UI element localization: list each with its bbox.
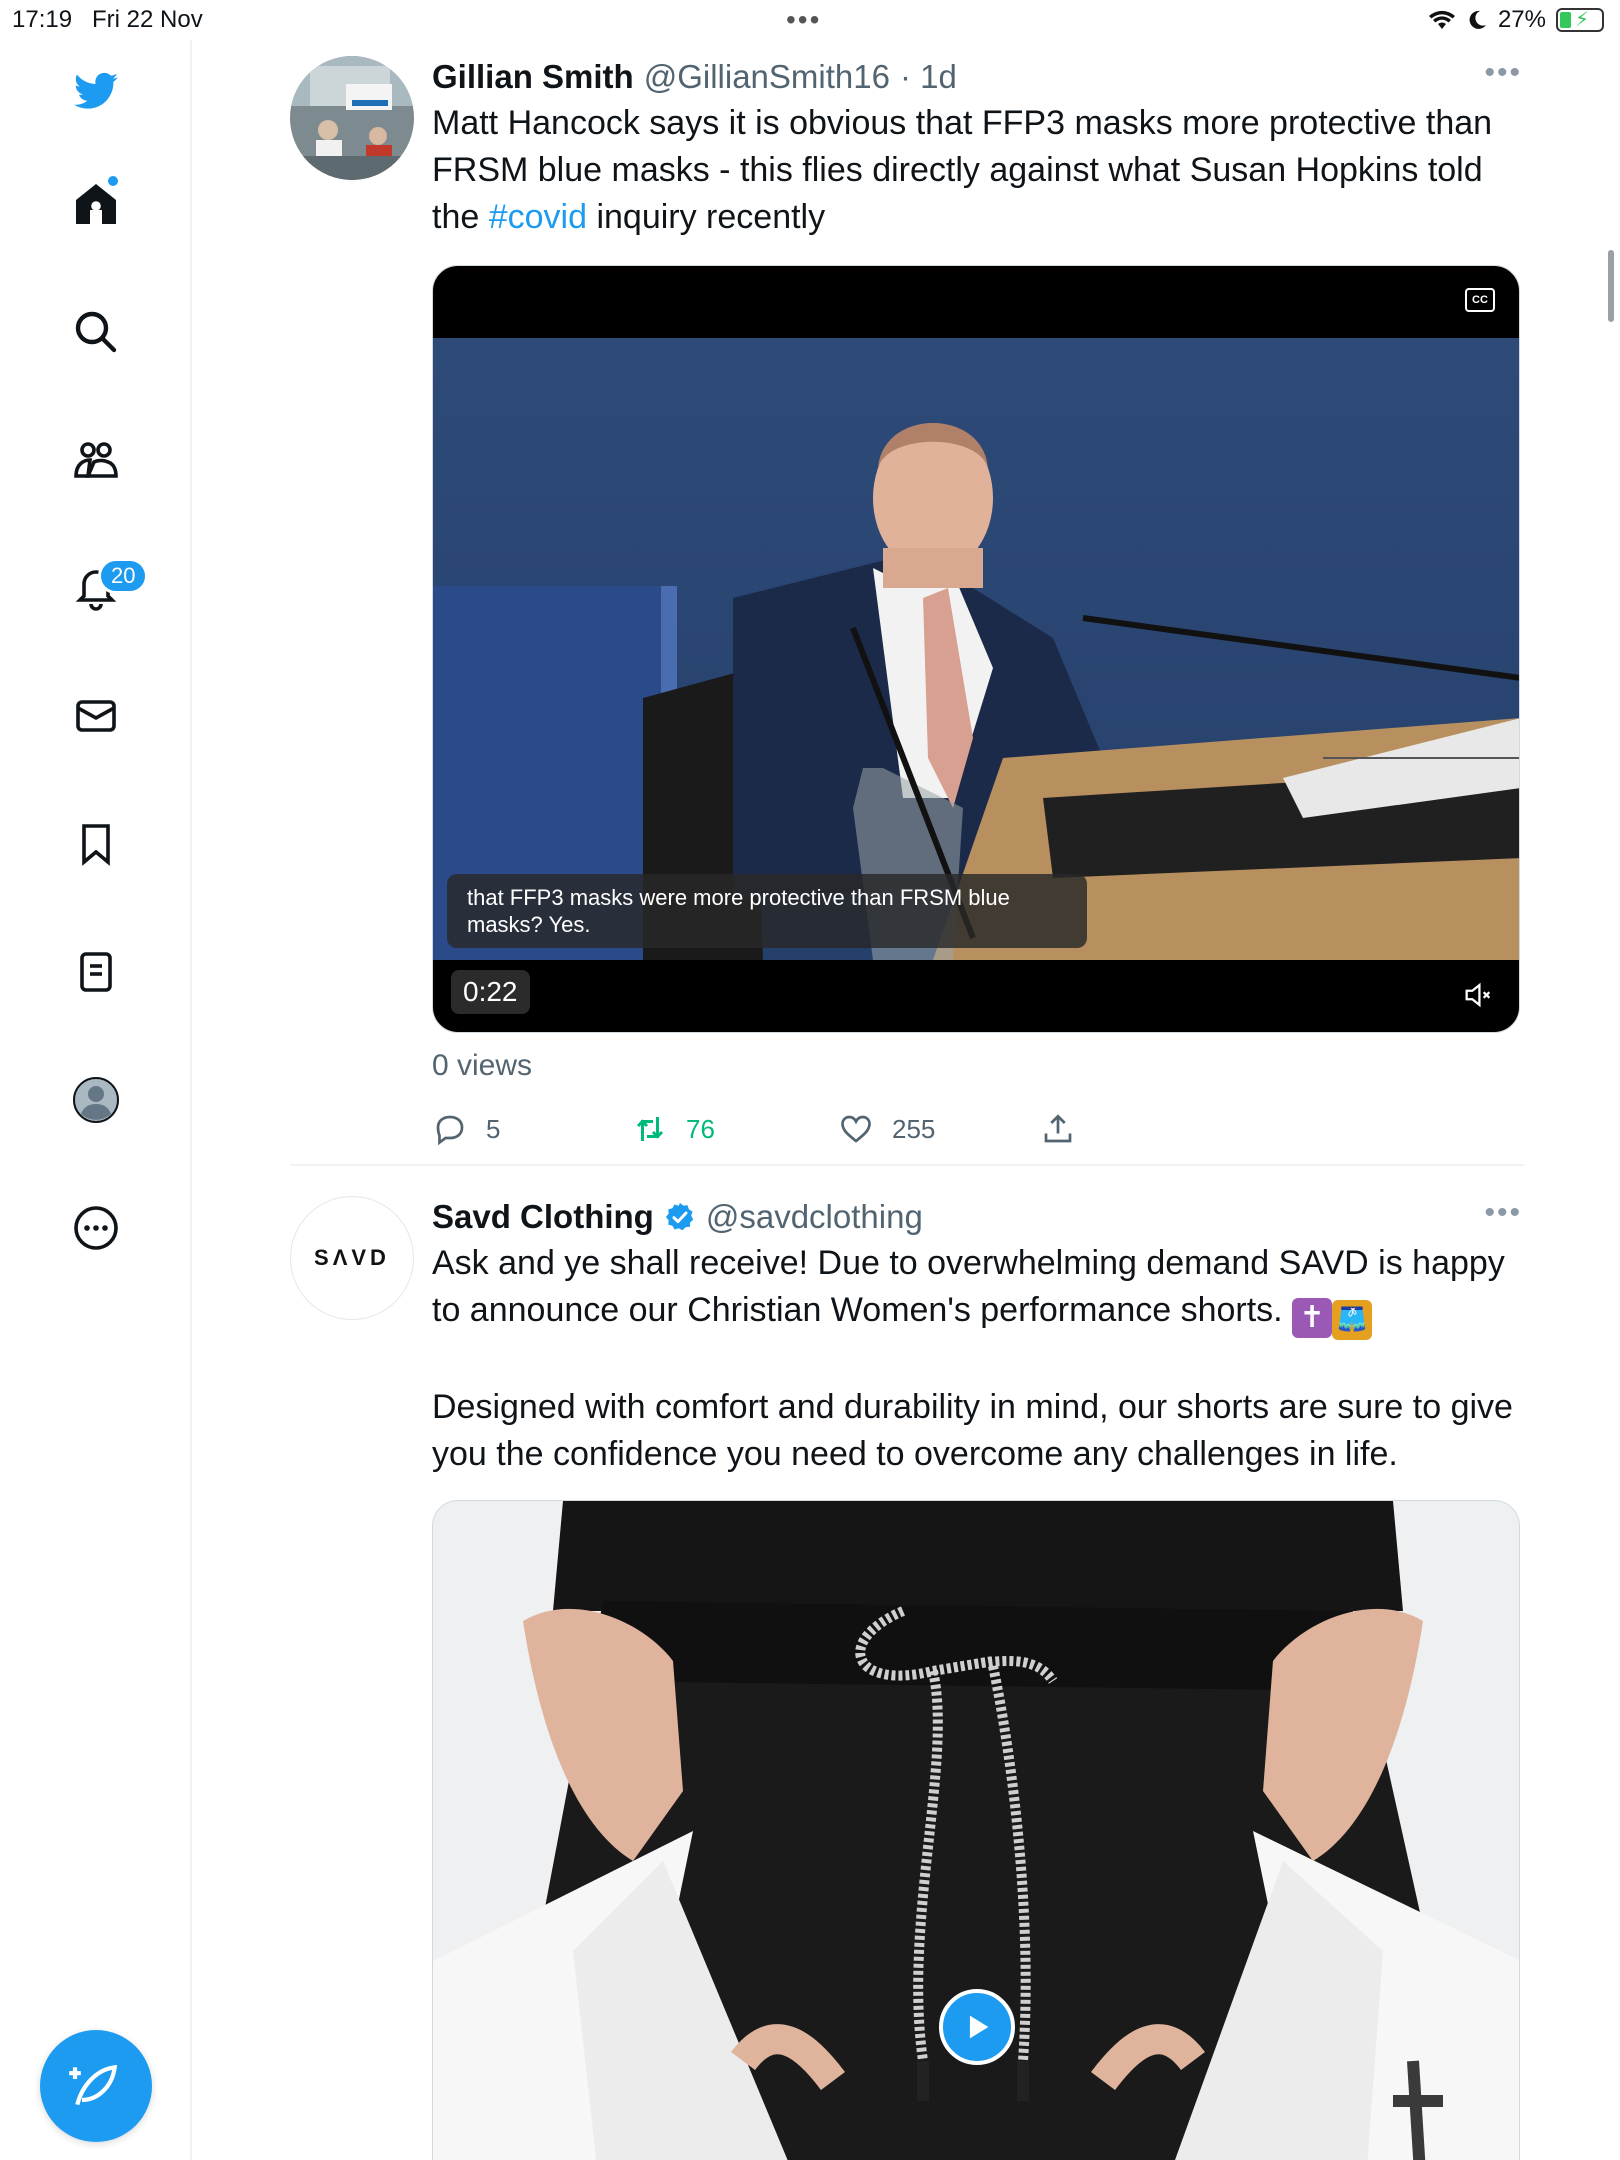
mute-icon xyxy=(1465,982,1491,1008)
multitasking-dots[interactable]: ••• xyxy=(786,4,821,36)
moon-icon xyxy=(1469,10,1486,29)
video-player[interactable]: CC that FFP3 masks were more protective … xyxy=(432,265,1520,1033)
mute-button[interactable] xyxy=(1461,978,1495,1012)
author-name[interactable]: Savd Clothing xyxy=(432,1196,654,1238)
reply-count: 5 xyxy=(486,1113,501,1144)
twitter-logo-icon[interactable] xyxy=(64,60,128,124)
tweet-divider xyxy=(290,1164,1524,1166)
search-icon[interactable] xyxy=(64,300,128,364)
avatar[interactable] xyxy=(290,56,414,180)
author-handle[interactable]: @GillianSmith16 xyxy=(644,56,890,98)
tweet-header: Savd Clothing @savdclothing xyxy=(432,1196,1522,1238)
communities-icon[interactable] xyxy=(64,428,128,492)
view-count: 0 views xyxy=(432,1049,533,1082)
play-icon xyxy=(969,2015,989,2039)
bookmarks-icon[interactable] xyxy=(64,812,128,876)
profile-icon[interactable] xyxy=(64,1068,128,1132)
tweet-text-part: inquiry recently xyxy=(587,198,826,236)
tweet[interactable]: Gillian Smith @GillianSmith16 · 1d ••• M… xyxy=(290,56,1524,1172)
tweet-actions: 5 76 255 xyxy=(432,1109,1522,1149)
verified-badge-icon xyxy=(665,1203,694,1231)
video-thumbnail[interactable] xyxy=(432,1500,1520,2160)
retweet-count: 76 xyxy=(686,1113,715,1144)
more-options-button[interactable]: ••• xyxy=(1484,1196,1522,1230)
wifi-icon xyxy=(1428,10,1455,29)
more-icon[interactable] xyxy=(64,1196,128,1260)
share-button[interactable] xyxy=(1040,1111,1076,1147)
retweet-icon xyxy=(636,1117,664,1141)
author-name[interactable]: Gillian Smith xyxy=(432,56,634,98)
tweet-text-paragraph: Designed with comfort and durability in … xyxy=(432,1388,1523,1473)
notification-count-badge: 20 xyxy=(98,558,149,594)
hashtag-link[interactable]: #covid xyxy=(489,198,587,236)
battery-level-fill xyxy=(1560,12,1571,28)
tweet-text: Matt Hancock says it is obvious that FFP… xyxy=(432,100,1522,241)
status-bar: 17:19 Fri 22 Nov ••• 27% ⚡ xyxy=(0,0,1620,40)
home-unread-dot xyxy=(106,174,120,188)
like-count: 255 xyxy=(892,1113,936,1144)
play-button[interactable] xyxy=(939,1989,1015,2065)
retweet-button[interactable]: 76 xyxy=(632,1111,715,1147)
more-options-button[interactable]: ••• xyxy=(1484,56,1522,90)
messages-icon[interactable] xyxy=(64,684,128,748)
tweet-text: Ask and ye shall receive! Due to overwhe… xyxy=(432,1240,1522,1340)
author-handle[interactable]: @savdclothing xyxy=(706,1196,923,1238)
avatar[interactable]: SΛVD xyxy=(290,1196,414,1320)
reply-button[interactable]: 5 xyxy=(432,1111,500,1147)
tweet-header: Gillian Smith @GillianSmith16 · 1d xyxy=(432,56,1522,98)
video-caption: that FFP3 masks were more protective tha… xyxy=(447,874,1087,948)
heart-icon xyxy=(841,1115,871,1143)
video-frame xyxy=(433,338,1519,960)
tweet[interactable]: SΛVD Savd Clothing @savdclothing ••• Ask… xyxy=(290,1196,1524,2160)
status-date: Fri 22 Nov xyxy=(92,6,203,33)
sidebar: 20 xyxy=(0,40,192,2160)
scrollbar[interactable] xyxy=(1608,250,1614,322)
latin-cross-emoji: ✝ xyxy=(1292,1298,1333,1338)
shorts-emoji: 🩳 xyxy=(1332,1300,1373,1340)
reply-icon xyxy=(436,1115,464,1146)
status-time: 17:19 xyxy=(12,6,73,33)
share-icon xyxy=(1044,1114,1072,1143)
video-duration: 0:22 xyxy=(451,970,530,1014)
tweet-time[interactable]: · 1d xyxy=(900,56,957,98)
compose-icon xyxy=(69,2064,118,2106)
like-button[interactable]: 255 xyxy=(838,1111,935,1147)
battery-icon: ⚡ xyxy=(1556,8,1604,32)
compose-tweet-button[interactable] xyxy=(40,2030,152,2142)
battery-percent: 27% xyxy=(1497,6,1546,33)
lists-icon[interactable] xyxy=(64,940,128,1004)
closed-captions-button[interactable]: CC xyxy=(1465,288,1495,312)
